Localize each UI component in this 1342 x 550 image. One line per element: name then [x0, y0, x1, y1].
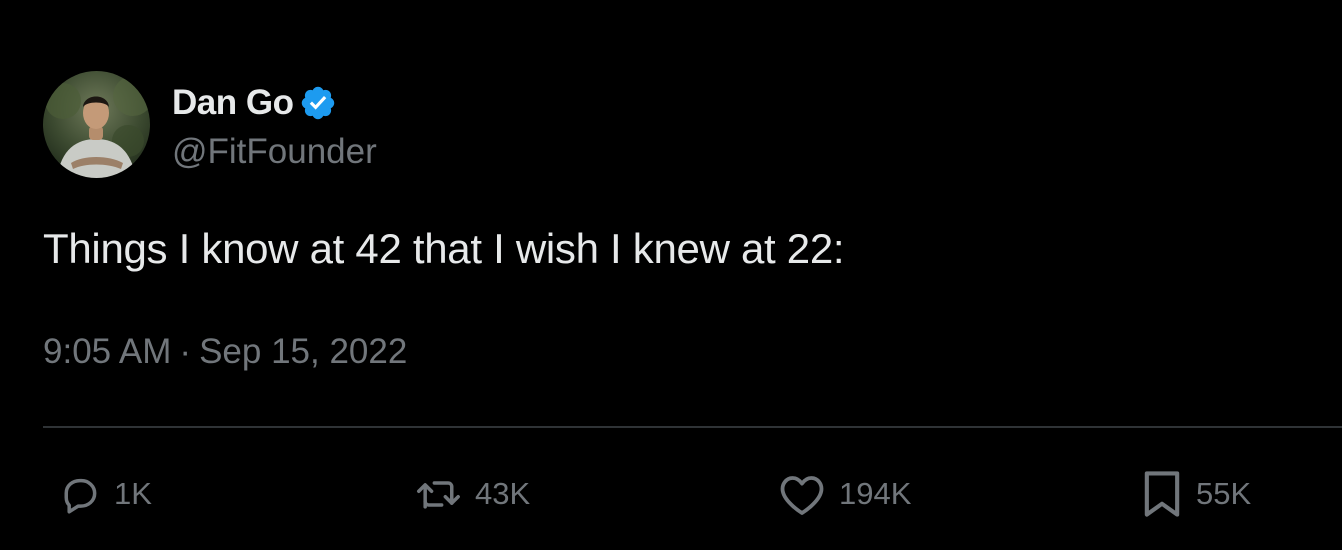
user-handle[interactable]: @FitFounder [172, 132, 377, 172]
author-names: Dan Go @FitFounder [172, 71, 377, 178]
verified-badge-icon [299, 84, 337, 122]
avatar[interactable] [43, 71, 150, 178]
heart-icon [777, 472, 827, 516]
bookmark-button[interactable]: 55K [1140, 462, 1251, 526]
name-row: Dan Go [172, 78, 377, 128]
like-count: 194K [839, 476, 912, 511]
avatar-photo [43, 71, 150, 178]
tweet-header: Dan Go @FitFounder [43, 71, 377, 178]
tweet-timestamp[interactable]: 9:05 AM · Sep 15, 2022 [43, 332, 407, 372]
divider [43, 426, 1342, 428]
tweet-text: Things I know at 42 that I wish I knew a… [43, 225, 845, 272]
tweet-date: Sep 15, 2022 [199, 332, 408, 371]
action-bar: 1K 43K 194K 55K [0, 462, 1342, 526]
reply-count: 1K [114, 476, 152, 511]
reply-button[interactable]: 1K [58, 462, 152, 526]
retweet-count: 43K [475, 476, 531, 511]
like-button[interactable]: 194K [777, 462, 911, 526]
retweet-icon [413, 472, 463, 516]
tweet-time: 9:05 AM [43, 332, 172, 371]
bookmark-icon [1140, 468, 1184, 520]
bookmark-count: 55K [1196, 476, 1252, 511]
timestamp-separator: · [179, 332, 192, 371]
retweet-button[interactable]: 43K [413, 462, 530, 526]
display-name[interactable]: Dan Go [172, 83, 294, 123]
tweet-card: Dan Go @FitFounder Things I know at 42 t… [0, 0, 1342, 550]
reply-icon [58, 472, 102, 516]
